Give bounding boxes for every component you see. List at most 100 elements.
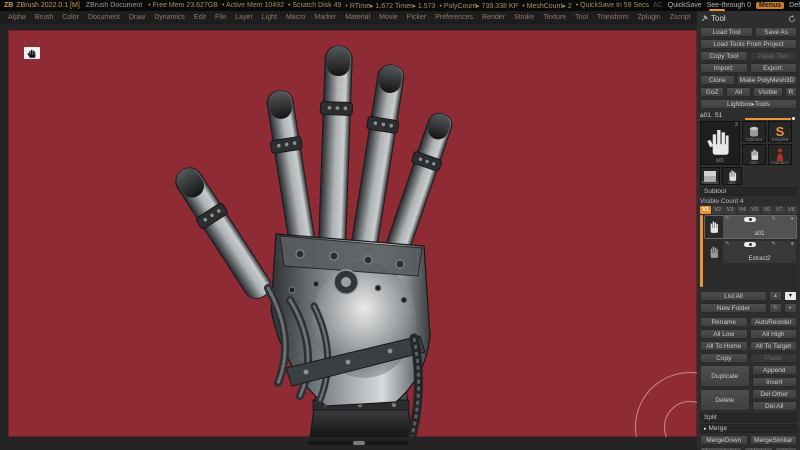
see-through-slider[interactable]: See-through 0	[707, 2, 751, 9]
move-up-button[interactable]: ▲	[769, 291, 782, 301]
quicksave-button[interactable]: QuickSave	[668, 2, 702, 9]
all-to-target-button[interactable]: All To Target	[750, 341, 798, 351]
autoreorder-button[interactable]: AutoReorder	[750, 317, 798, 327]
goz-button[interactable]: GoZ	[700, 87, 724, 97]
tool-thumb-cylinder[interactable]: Cylinder	[742, 121, 766, 142]
document-canvas[interactable]	[8, 30, 697, 437]
eye-icon[interactable]: ●	[791, 242, 794, 247]
menu-transform[interactable]: Transform	[597, 14, 629, 21]
menu-edit[interactable]: Edit	[194, 14, 206, 21]
goz-visible-button[interactable]: Visible	[753, 87, 783, 97]
copy-tool-button[interactable]: Copy Tool	[700, 51, 748, 61]
tab-v8[interactable]: V8	[786, 206, 797, 214]
menu-zplugin[interactable]: Zplugin	[638, 14, 661, 21]
menu-zscript[interactable]: Zscript	[670, 14, 691, 21]
menus-button[interactable]: Menus	[756, 2, 784, 9]
tab-v2[interactable]: V2	[712, 206, 723, 214]
mergesimilar-button[interactable]: MergeSimilar	[750, 435, 798, 445]
tab-v6[interactable]: V6	[761, 206, 772, 214]
active-tool-thumbnail[interactable]: 2 a01	[700, 121, 740, 165]
save-as-button[interactable]: Save As	[755, 27, 797, 37]
goz-r-button[interactable]: R	[785, 87, 797, 97]
menu-marker[interactable]: Marker	[314, 14, 336, 21]
tab-v5[interactable]: V5	[749, 206, 760, 214]
tool-thumb-a01[interactable]: a01	[742, 144, 766, 165]
move-down-button[interactable]: ▼	[784, 291, 797, 301]
split-section-header[interactable]: Split	[700, 413, 797, 422]
all-high-button[interactable]: All High	[750, 329, 798, 339]
menu-preferences[interactable]: Preferences	[435, 14, 473, 21]
tool-palette-header[interactable]: Tool	[700, 12, 797, 25]
menu-tool[interactable]: Tool	[575, 14, 588, 21]
mini-hand-glyph	[27, 49, 37, 58]
default-zscript-button[interactable]: DefaultZScript	[789, 2, 800, 9]
sculpture-mech-hand[interactable]	[168, 38, 476, 437]
subtool-visibility-tabs: V1 V2 V3 V4 V5 V6 V7 V8	[700, 206, 797, 214]
subtool-item-extract2[interactable]: ✎ ✎ ● Extract2	[704, 240, 797, 264]
del-all-button[interactable]: Del All	[752, 401, 798, 411]
subtool-item-a01[interactable]: ✎ ✎ ● a01	[704, 215, 797, 239]
menu-picker[interactable]: Picker	[407, 14, 426, 21]
rename-button[interactable]: Rename	[700, 317, 748, 327]
menu-layer[interactable]: Layer	[235, 14, 253, 21]
append-button[interactable]: Append	[752, 365, 798, 375]
polypaint-icon[interactable]: ✎	[725, 217, 730, 222]
brush-icon[interactable]: ✎	[771, 242, 776, 247]
tool-thumb-simplebrush[interactable]: S SimpleB	[768, 121, 792, 142]
menu-macro[interactable]: Macro	[286, 14, 305, 21]
menu-stroke[interactable]: Stroke	[514, 14, 534, 21]
menu-material[interactable]: Material	[345, 14, 370, 21]
menu-draw[interactable]: Draw	[129, 14, 145, 21]
brush-icon[interactable]: ✎	[771, 217, 776, 222]
copy-subtool-button[interactable]: Copy	[700, 353, 748, 363]
new-folder-button[interactable]: New Folder	[700, 303, 767, 313]
del-other-button[interactable]: Del Other	[752, 389, 798, 399]
duplicate-button[interactable]: Duplicate	[700, 365, 750, 387]
all-low-button[interactable]: All Low	[700, 329, 748, 339]
import-button[interactable]: Import:	[700, 63, 748, 73]
menu-document[interactable]: Document	[88, 14, 120, 21]
folder-action-icon[interactable]: ▸	[784, 303, 797, 313]
visibility-eye-pill[interactable]	[744, 242, 756, 247]
merge-section-header[interactable]: ▸ Merge	[700, 424, 797, 433]
lightbox-tools-button[interactable]: Lightbox▸Tools	[700, 99, 797, 109]
polypaint-icon[interactable]: ✎	[725, 242, 730, 247]
thumb-scrollbar[interactable]	[745, 118, 791, 120]
visibility-eye-pill[interactable]	[744, 217, 756, 222]
tab-v7[interactable]: V7	[774, 206, 785, 214]
load-tools-from-project-button[interactable]: Load Tools From Project	[700, 39, 797, 49]
export-button[interactable]: Export:	[750, 63, 798, 73]
tool-thumb-human[interactable]: Human r	[768, 144, 792, 165]
tab-v3[interactable]: V3	[725, 206, 736, 214]
mergedown-button[interactable]: MergeDown	[700, 435, 748, 445]
menu-light[interactable]: Light	[262, 14, 277, 21]
load-tool-button[interactable]: Load Tool	[700, 27, 753, 37]
undo-folder-icon[interactable]: ↻	[769, 303, 782, 313]
menu-alpha[interactable]: Alpha	[8, 14, 26, 21]
list-all-button[interactable]: List All	[700, 291, 767, 301]
horizontal-scrollbar[interactable]	[308, 441, 408, 445]
menu-color[interactable]: Color	[62, 14, 79, 21]
goz-all-button[interactable]: All	[726, 87, 750, 97]
menu-texture[interactable]: Texture	[543, 14, 566, 21]
horizontal-scrollbar-handle[interactable]	[353, 441, 365, 445]
thumb-scroll-dot[interactable]	[792, 117, 795, 120]
subtool-section-header[interactable]: Subtool	[700, 187, 797, 196]
insert-button[interactable]: Insert	[752, 377, 798, 387]
clone-button[interactable]: Clone	[700, 75, 735, 85]
eye-icon[interactable]: ●	[791, 217, 794, 222]
cycle-config-icon[interactable]	[788, 15, 796, 23]
delete-button[interactable]: Delete	[700, 389, 750, 411]
menu-file[interactable]: File	[215, 14, 226, 21]
menu-dynamics[interactable]: Dynamics	[154, 14, 185, 21]
menu-brush[interactable]: Brush	[35, 14, 53, 21]
make-polymesh3d-button[interactable]: Make PolyMesh3D	[737, 75, 797, 85]
all-to-home-button[interactable]: All To Home	[700, 341, 748, 351]
tab-v1[interactable]: V1	[700, 206, 711, 214]
subtool-scrollbar[interactable]	[700, 215, 703, 287]
menu-movie[interactable]: Movie	[379, 14, 398, 21]
menu-render[interactable]: Render	[482, 14, 505, 21]
tool-thumb-plane[interactable]: Plane3D	[700, 167, 720, 185]
tool-thumb-a01-2[interactable]: a01	[722, 167, 742, 185]
tab-v4[interactable]: V4	[737, 206, 748, 214]
